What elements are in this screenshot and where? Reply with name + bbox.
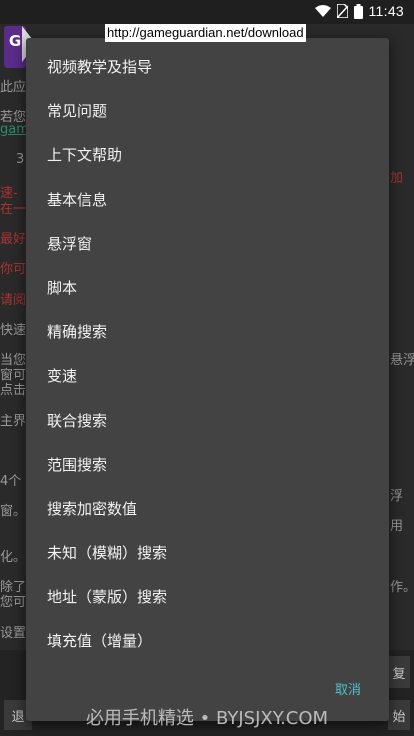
download-url[interactable]: http://gameguardian.net/download xyxy=(105,24,306,42)
menu-item-speedhack[interactable]: 变速 xyxy=(26,354,389,398)
bg-text: 此应 xyxy=(0,80,27,95)
bg-link[interactable]: gam xyxy=(0,122,29,137)
bg-text: 窗。 xyxy=(0,504,27,519)
menu-item-range-search[interactable]: 范围搜索 xyxy=(26,443,389,487)
bg-text: 点击 xyxy=(0,383,27,398)
menu-item-floating-window[interactable]: 悬浮窗 xyxy=(26,222,389,266)
bg-text: 你可 xyxy=(0,262,27,277)
menu-item-video-tutorial[interactable]: 视频教学及指导 xyxy=(26,45,389,89)
app-logo-letter: G xyxy=(8,32,22,50)
status-time: 11:43 xyxy=(368,3,404,19)
bg-text: 在一 xyxy=(0,202,27,217)
bg-text: 最好 xyxy=(0,232,27,247)
help-menu-list: 视频教学及指导 常见问题 上下文帮助 基本信息 悬浮窗 脚本 精确搜索 变速 联… xyxy=(26,38,389,664)
bg-text: 浮 xyxy=(390,489,404,504)
menu-item-fill-increment[interactable]: 填充值（增量） xyxy=(26,619,389,663)
bg-text: 加 xyxy=(390,171,404,186)
bg-text: 用 xyxy=(390,519,404,534)
menu-item-script[interactable]: 脚本 xyxy=(26,266,389,310)
bg-text: 化。 xyxy=(0,550,27,565)
menu-item-encrypted-search[interactable]: 搜索加密数值 xyxy=(26,487,389,531)
menu-item-group-search[interactable]: 联合搜索 xyxy=(26,399,389,443)
status-icons: 11:43 xyxy=(314,3,405,19)
bg-text: 快速 xyxy=(0,323,27,338)
wifi-icon xyxy=(314,4,331,18)
bg-text: 作。 xyxy=(390,580,414,595)
bg-text: 请阅 xyxy=(0,293,27,308)
status-bar: 11:43 xyxy=(0,0,414,24)
help-menu-dialog: 视频教学及指导 常见问题 上下文帮助 基本信息 悬浮窗 脚本 精确搜索 变速 联… xyxy=(26,38,389,721)
menu-item-fuzzy-search[interactable]: 未知（模糊）搜索 xyxy=(26,531,389,575)
menu-item-exact-search[interactable]: 精确搜索 xyxy=(26,310,389,354)
bg-text: 3 xyxy=(16,152,25,167)
restore-button[interactable]: 复 xyxy=(388,656,410,688)
menu-item-faq[interactable]: 常见问题 xyxy=(26,89,389,133)
menu-item-context-help[interactable]: 上下文帮助 xyxy=(26,133,389,177)
bg-text: 设置 xyxy=(0,626,27,641)
bg-text: 您可 xyxy=(0,595,27,610)
no-sim-icon xyxy=(336,4,348,18)
bg-text: 主界 xyxy=(0,414,27,429)
battery-icon xyxy=(353,3,363,19)
bg-text: 悬浮 xyxy=(390,353,414,368)
menu-item-basic-info[interactable]: 基本信息 xyxy=(26,178,389,222)
bg-text: 4个 xyxy=(0,474,22,489)
watermark-text: 必用手机精选 • BYJSJXY.COM xyxy=(85,708,329,729)
cancel-button[interactable]: 取消 xyxy=(335,679,361,698)
menu-item-address-mask-search[interactable]: 地址（蒙版）搜索 xyxy=(26,575,389,619)
